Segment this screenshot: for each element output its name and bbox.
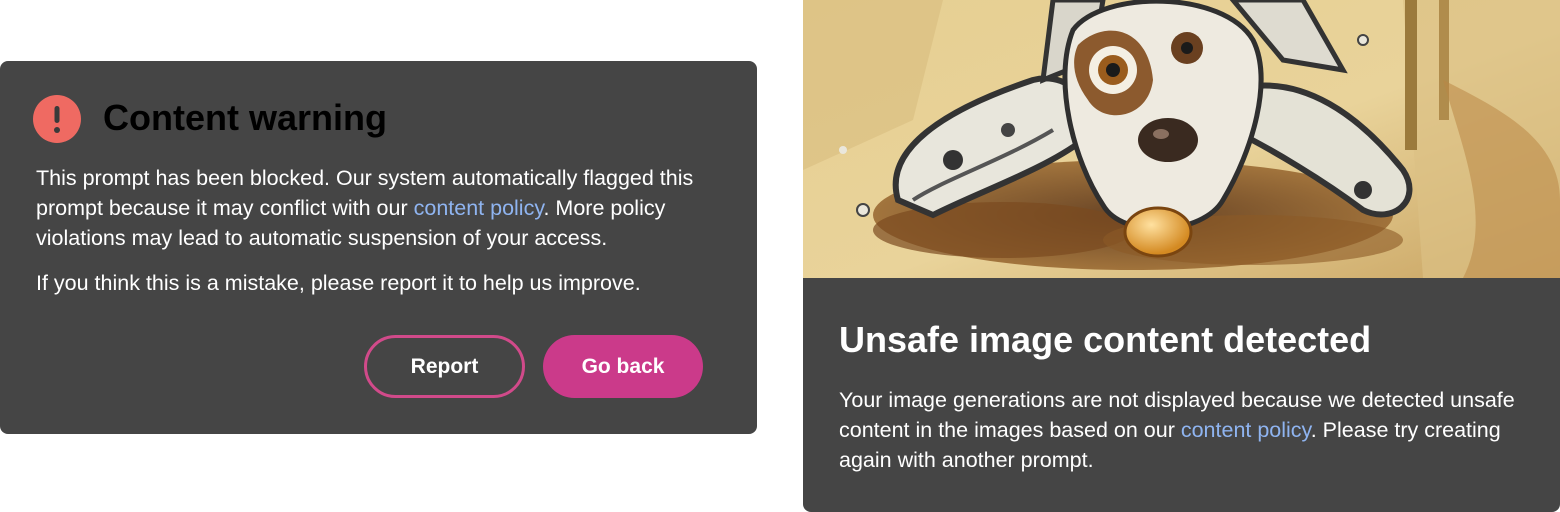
unsafe-message: Your image generations are not displayed…: [839, 385, 1529, 475]
page: Content warning This prompt has been blo…: [0, 0, 1560, 512]
report-button[interactable]: Report: [364, 335, 525, 398]
content-policy-link[interactable]: content policy: [414, 196, 544, 220]
warning-title: Content warning: [103, 97, 387, 138]
go-back-button-label: Go back: [581, 354, 665, 378]
exclamation-circle-icon: [33, 95, 81, 143]
warning-paragraph: This prompt has been blocked. Our system…: [36, 163, 736, 253]
go-back-button[interactable]: Go back: [543, 335, 703, 398]
unsafe-title: Unsafe image content detected: [839, 319, 1372, 360]
unsafe-content-panel: Unsafe image content detected Your image…: [803, 278, 1560, 512]
generated-image: [803, 0, 1560, 278]
warning-message: This prompt has been blocked. Our system…: [36, 163, 736, 298]
content-policy-link[interactable]: content policy: [1181, 418, 1311, 442]
unsafe-image-card: Unsafe image content detected Your image…: [803, 0, 1560, 512]
report-hint-text: If you think this is a mistake, please r…: [36, 271, 641, 295]
report-button-label: Report: [410, 354, 479, 378]
